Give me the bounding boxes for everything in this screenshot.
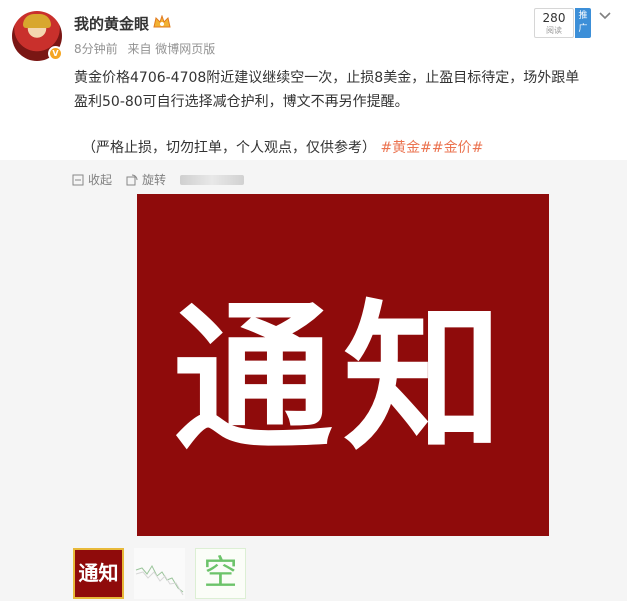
notice-image[interactable]: 通知 — [137, 194, 549, 536]
crown-icon — [153, 15, 171, 28]
verified-icon: V — [48, 46, 63, 61]
avatar-hat — [23, 14, 51, 28]
thumbnail-chart[interactable] — [134, 548, 185, 599]
post-source: 来自 微博网页版 — [127, 42, 216, 56]
username[interactable]: 我的黄金眼 — [74, 13, 149, 34]
collect-button[interactable]: 收起 — [72, 171, 112, 188]
read-count-box: 280 阅读 — [534, 8, 574, 38]
blurred-text — [180, 174, 245, 185]
rotate-icon — [126, 174, 138, 185]
rotate-label: 旋转 — [142, 173, 167, 187]
collect-label: 收起 — [88, 173, 113, 187]
read-count: 280 — [542, 11, 566, 25]
post-disclaimer-line: （严格止损，切勿扛单，个人观点，仅供参考） #黄金##金价# — [74, 136, 619, 160]
chevron-down-icon[interactable] — [598, 11, 612, 21]
collapse-icon — [72, 174, 84, 185]
rotate-button[interactable]: 旋转 — [126, 171, 166, 188]
thumbnail-notice[interactable]: 通知 — [73, 548, 124, 599]
read-label: 阅读 — [546, 26, 562, 35]
thumbnail-short[interactable]: 空 — [195, 548, 246, 599]
post-time[interactable]: 8分钟前 — [74, 42, 118, 56]
post-topics[interactable]: #黄金##金价# — [380, 140, 483, 156]
post-meta: 8分钟前 来自 微博网页版 — [74, 40, 215, 57]
chart-thumbnail-icon — [135, 564, 184, 596]
post-line-2: 盈利50-80可自行选择减仓护利，博文不再另作提醒。 — [74, 94, 409, 110]
post-line-1: 黄金价格4706-4708附近建议继续空一次，止损8美金，止盈目标待定，场外跟单 — [74, 70, 580, 86]
post-text: 黄金价格4706-4708附近建议继续空一次，止损8美金，止盈目标待定，场外跟单… — [74, 66, 619, 160]
post-disclaimer: （严格止损，切勿扛单，个人观点，仅供参考） — [82, 140, 376, 156]
media-toolbar: 收起 旋转 — [72, 171, 245, 188]
promo-button[interactable]: 推广 — [575, 8, 591, 38]
notice-image-text: 通知 — [172, 285, 513, 472]
